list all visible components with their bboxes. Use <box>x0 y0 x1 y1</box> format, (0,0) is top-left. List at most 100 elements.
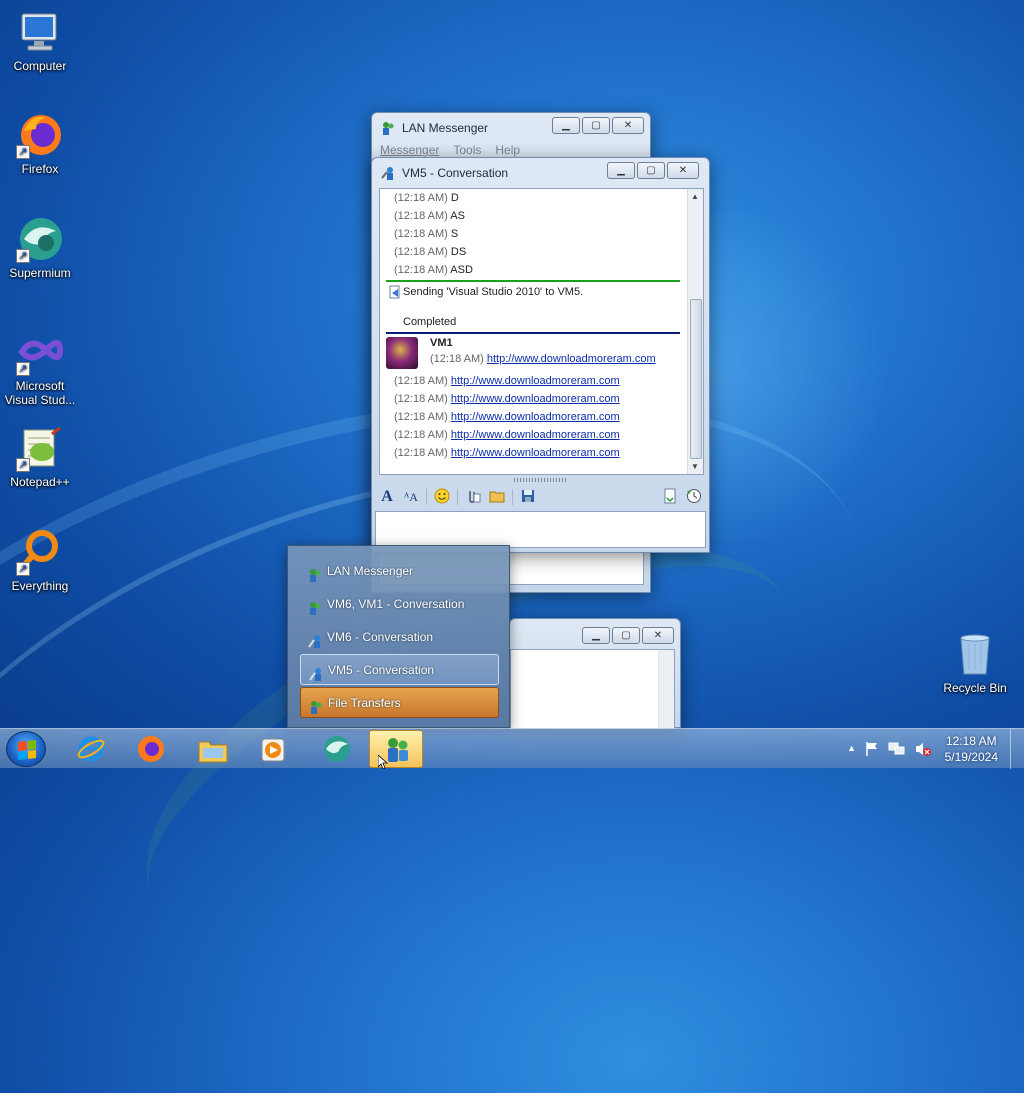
chat-message: (12:18 AM) AS <box>394 210 465 222</box>
network-icon[interactable] <box>888 741 906 757</box>
supermium-icon: ↗ <box>16 215 64 263</box>
window-list-item-active[interactable]: VM5 - Conversation <box>300 654 499 685</box>
send-folder-icon[interactable] <box>488 488 506 506</box>
maximize-button[interactable]: ▢ <box>612 627 640 644</box>
close-button[interactable]: ✕ <box>667 162 699 179</box>
save-icon[interactable] <box>519 488 537 506</box>
background-window[interactable]: ▁ ▢ ✕ <box>509 618 681 729</box>
windows-logo-icon <box>18 740 36 760</box>
message-link[interactable]: http://www.downloadmoreram.com <box>451 429 620 441</box>
desktop-icon-supermium[interactable]: ↗ Supermium <box>1 215 79 280</box>
message-input[interactable] <box>375 511 706 548</box>
scroll-down-arrow-icon[interactable]: ▼ <box>691 462 699 471</box>
lan-messenger-icon <box>308 564 322 582</box>
desktop-icon-everything[interactable]: ↗ Everything <box>1 528 79 593</box>
message-link[interactable]: http://www.downloadmoreram.com <box>451 393 620 405</box>
scrollbar-thumb[interactable] <box>690 299 702 459</box>
mouse-cursor-icon <box>377 754 389 770</box>
window-title: LAN Messenger <box>402 121 489 135</box>
window-list-item[interactable]: VM6, VM1 - Conversation <box>300 589 499 620</box>
computer-icon <box>16 8 64 56</box>
shortcut-arrow-icon: ↗ <box>16 562 30 576</box>
taskbar-window-list: LAN Messenger VM6, VM1 - Conversation VM… <box>287 545 510 728</box>
firefox-icon: ↗ <box>16 111 64 159</box>
close-button[interactable]: ✕ <box>612 117 644 134</box>
message-link[interactable]: http://www.downloadmoreram.com <box>451 411 620 423</box>
media-player-icon <box>261 738 285 762</box>
conversation-titlebar[interactable]: VM5 - Conversation ▁ ▢ ✕ <box>372 158 709 188</box>
internet-explorer-icon <box>77 736 105 762</box>
everything-icon: ↗ <box>16 528 64 576</box>
desktop-icon-computer[interactable]: Computer <box>1 8 79 73</box>
font-icon[interactable]: A <box>378 488 396 506</box>
close-button[interactable]: ✕ <box>642 627 674 644</box>
clock[interactable]: 12:18 AM 5/19/2024 <box>945 733 998 765</box>
clock-time: 12:18 AM <box>945 734 997 748</box>
desktop-icon-recycle-bin[interactable]: Recycle Bin <box>936 630 1014 695</box>
chat-message: (12:18 AM) D <box>394 192 459 204</box>
message-link[interactable]: http://www.downloadmoreram.com <box>451 447 620 459</box>
taskbar-internet-explorer[interactable] <box>64 730 118 768</box>
chat-message: (12:18 AM) DS <box>394 246 467 258</box>
clock-date: 5/19/2024 <box>944 750 998 764</box>
action-center-flag-icon[interactable] <box>864 741 880 757</box>
menu-tools[interactable]: Tools <box>453 143 481 157</box>
shortcut-arrow-icon: ↗ <box>16 145 30 159</box>
desktop-icon-firefox[interactable]: ↗ Firefox <box>1 111 79 176</box>
splitter-handle[interactable] <box>514 478 568 482</box>
file-transfer-notice: Sending 'Visual Studio 2010' to VM5. <box>403 286 584 298</box>
file-explorer-icon <box>198 741 228 763</box>
start-button[interactable] <box>6 731 46 767</box>
lan-messenger-icon <box>381 121 395 135</box>
conversation-icon <box>309 663 323 681</box>
transfers-icon[interactable] <box>661 488 679 506</box>
minimize-button[interactable]: ▁ <box>582 627 610 644</box>
taskbar-file-explorer[interactable] <box>186 730 240 768</box>
taskbar-media-player[interactable] <box>246 730 300 768</box>
chat-message: (12:18 AM) http://www.downloadmoreram.co… <box>430 353 656 365</box>
vertical-scrollbar[interactable]: ▲ ▼ <box>687 189 703 474</box>
minimize-button[interactable]: ▁ <box>607 162 635 179</box>
taskbar-firefox[interactable] <box>124 730 178 768</box>
background-window-content <box>510 649 675 729</box>
taskbar-supermium[interactable] <box>310 730 364 768</box>
group-conversation-icon <box>308 597 322 615</box>
conversation-icon <box>308 630 322 648</box>
send-file-icon[interactable] <box>464 488 482 506</box>
menu-messenger[interactable]: Messenger <box>380 143 439 157</box>
recycle-bin-icon <box>951 630 999 678</box>
taskbar: ▲ 12:18 AM 5/19/2024 <box>0 728 1024 770</box>
maximize-button[interactable]: ▢ <box>637 162 665 179</box>
show-desktop-button[interactable] <box>1010 729 1024 769</box>
file-transfer-status: Completed <box>403 316 457 328</box>
divider-navy <box>386 332 680 334</box>
message-history[interactable]: (12:18 AM) D (12:18 AM) AS (12:18 AM) S … <box>379 188 704 475</box>
emoticon-icon[interactable] <box>433 488 451 506</box>
conversation-icon <box>381 166 395 180</box>
format-toolbar: A ᴬA <box>378 488 703 506</box>
conversation-window[interactable]: VM5 - Conversation ▁ ▢ ✕ (12:18 AM) D (1… <box>371 157 710 553</box>
maximize-button[interactable]: ▢ <box>582 117 610 134</box>
desktop-icon-notepadpp[interactable]: ↗ Notepad++ <box>1 424 79 489</box>
file-transfer-icon <box>309 696 323 714</box>
desktop-icon-visual-studio[interactable]: ↗ Microsoft Visual Stud... <box>1 328 79 407</box>
message-link[interactable]: http://www.downloadmoreram.com <box>451 375 620 387</box>
message-link[interactable]: http://www.downloadmoreram.com <box>487 353 656 365</box>
font-color-icon[interactable]: ᴬA <box>402 488 420 506</box>
chat-message: (12:18 AM) http://www.downloadmoreram.co… <box>394 429 620 441</box>
window-title: VM5 - Conversation <box>402 166 509 180</box>
visual-studio-icon: ↗ <box>16 328 64 376</box>
window-list-item-hovered[interactable]: File Transfers <box>300 687 499 718</box>
history-icon[interactable] <box>685 488 703 506</box>
show-hidden-icons-icon[interactable]: ▲ <box>847 743 856 753</box>
menu-help[interactable]: Help <box>495 143 520 157</box>
file-send-icon <box>388 285 402 299</box>
sender-name: VM1 <box>430 337 453 349</box>
minimize-button[interactable]: ▁ <box>552 117 580 134</box>
window-list-item[interactable]: VM6 - Conversation <box>300 622 499 653</box>
scroll-up-arrow-icon[interactable]: ▲ <box>691 192 699 201</box>
chat-message: (12:18 AM) http://www.downloadmoreram.co… <box>394 447 620 459</box>
window-list-item[interactable]: LAN Messenger <box>300 556 499 587</box>
volume-muted-icon[interactable] <box>914 741 932 757</box>
lan-messenger-titlebar[interactable]: LAN Messenger ▁ ▢ ✕ <box>372 113 650 143</box>
